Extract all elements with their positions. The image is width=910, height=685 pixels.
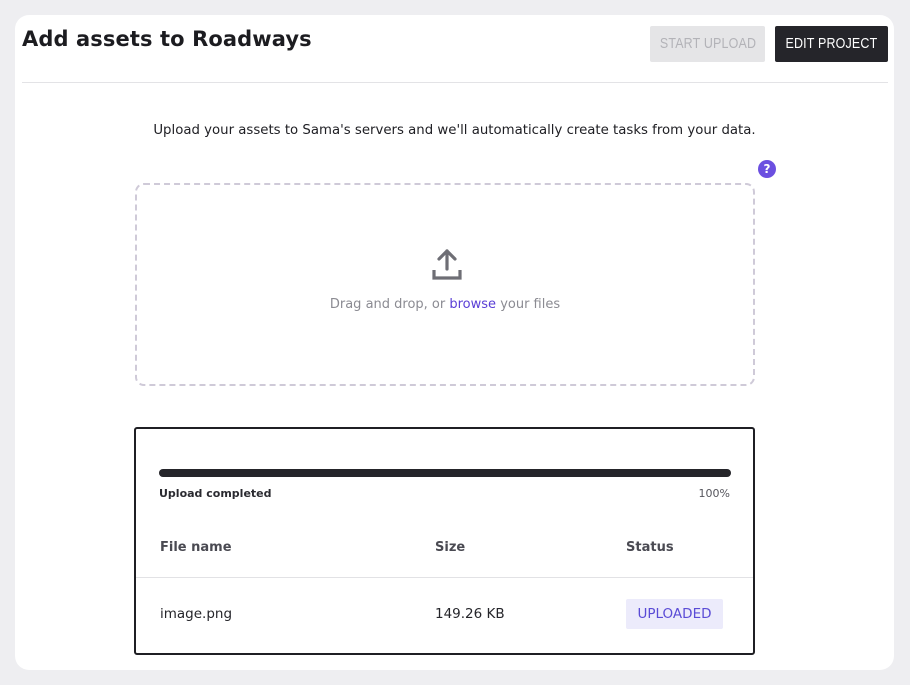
edit-project-label: EDIT PROJECT: [785, 36, 878, 52]
dropzone-text-after: your files: [500, 297, 561, 312]
dropzone-text: Drag and drop, or browse your files: [137, 297, 753, 312]
edit-project-button[interactable]: EDIT PROJECT: [775, 26, 888, 62]
help-icon[interactable]: ?: [758, 160, 776, 178]
main-card: Add assets to Roadways START UPLOAD EDIT…: [15, 15, 894, 670]
file-name-cell: image.png: [160, 606, 233, 622]
upload-icon: [432, 249, 462, 280]
column-header-status: Status: [626, 540, 674, 555]
page-title: Add assets to Roadways: [22, 27, 312, 51]
status-badge: UPLOADED: [626, 599, 723, 629]
dropzone-text-before: Drag and drop, or: [329, 297, 446, 312]
table-divider: [136, 577, 753, 578]
upload-progress-fill: [159, 469, 731, 477]
browse-link[interactable]: browse: [449, 297, 496, 312]
upload-status-label: Upload completed: [159, 487, 272, 500]
upload-progress-percent: 100%: [698, 487, 730, 500]
start-upload-button[interactable]: START UPLOAD: [650, 26, 765, 62]
upload-progress-bar: [159, 469, 731, 477]
start-upload-label: START UPLOAD: [659, 36, 756, 52]
file-size-cell: 149.26 KB: [435, 606, 505, 622]
column-header-file-name: File name: [160, 540, 232, 555]
upload-panel: Upload completed 100% File name Size Sta…: [134, 427, 755, 655]
column-header-size: Size: [435, 540, 466, 555]
header-divider: [22, 82, 888, 83]
file-dropzone[interactable]: Drag and drop, or browse your files: [135, 183, 755, 386]
intro-text: Upload your assets to Sama's servers and…: [153, 123, 756, 138]
